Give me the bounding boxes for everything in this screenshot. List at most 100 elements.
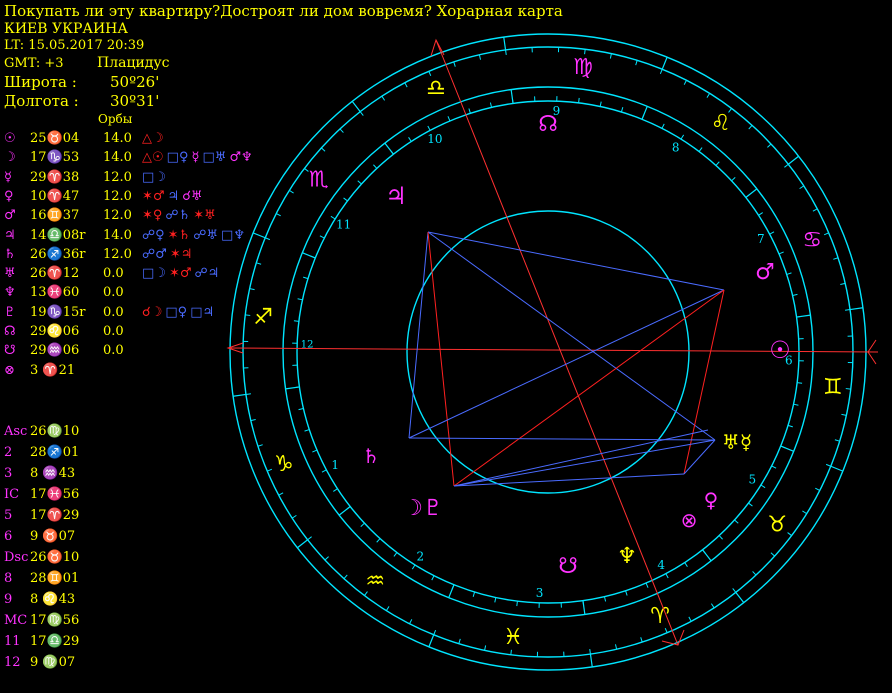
degree-tick xyxy=(731,177,736,182)
south-node-icon: ☋ xyxy=(558,554,578,579)
degree-tick xyxy=(793,403,799,406)
sign-boundary xyxy=(428,634,435,648)
degree-tick xyxy=(276,213,281,217)
degree-tick xyxy=(582,600,585,606)
degree-tick xyxy=(267,468,273,472)
degree-tick xyxy=(472,591,476,597)
north-node-icon: ☊ xyxy=(538,112,558,137)
fortuna-icon: ⊗ xyxy=(681,508,698,532)
degree-tick xyxy=(360,522,365,527)
mars-icon: ♂ xyxy=(755,260,775,285)
degree-tick xyxy=(511,98,514,104)
degree-tick xyxy=(433,629,437,635)
house-number: 11 xyxy=(336,217,351,231)
degree-tick xyxy=(614,644,618,650)
moon-pluto-icon: ☽♇ xyxy=(403,496,442,521)
degree-tick xyxy=(825,463,831,467)
degree-tick xyxy=(706,93,711,98)
degree-tick xyxy=(297,298,303,301)
degree-tick xyxy=(293,320,299,322)
sign-boundary xyxy=(849,307,863,311)
degree-tick xyxy=(321,147,326,152)
sign-boundary xyxy=(830,465,844,472)
degree-tick xyxy=(458,638,461,644)
sign-boundary xyxy=(589,653,593,667)
degree-tick xyxy=(578,97,580,103)
sign-boundary xyxy=(252,232,266,239)
degree-tick xyxy=(645,582,649,588)
degree-tick xyxy=(343,574,348,579)
aspect-line xyxy=(683,289,725,475)
degree-tick xyxy=(799,185,805,190)
degree-tick xyxy=(620,107,624,113)
degree-tick xyxy=(834,439,840,442)
degree-tick xyxy=(330,215,336,220)
degree-tick xyxy=(698,147,703,152)
venus-icon: ♀ xyxy=(704,488,719,512)
degree-tick xyxy=(715,161,720,166)
degree-tick xyxy=(245,393,251,395)
degree-tick xyxy=(780,445,786,449)
sign-boundary xyxy=(297,539,309,549)
degree-tick xyxy=(845,309,851,311)
degree-tick xyxy=(603,596,607,602)
degree-tick xyxy=(319,235,325,239)
degree-tick xyxy=(333,488,338,492)
degree-tick xyxy=(748,125,753,130)
degree-tick xyxy=(659,69,663,75)
degree-tick xyxy=(589,649,591,655)
degree-tick xyxy=(823,232,829,236)
neptune-icon: ♆ xyxy=(617,544,637,569)
sign-boundary xyxy=(503,37,507,51)
degree-tick xyxy=(359,111,364,116)
degree-tick xyxy=(609,53,612,59)
degree-tick xyxy=(688,616,692,622)
degree-tick xyxy=(815,487,820,491)
house-number: 3 xyxy=(536,586,544,600)
degree-tick xyxy=(468,108,471,114)
house-number: 2 xyxy=(416,549,424,563)
degree-tick xyxy=(786,272,792,275)
house-number: 10 xyxy=(427,132,442,146)
degree-tick xyxy=(792,293,798,297)
degree-tick xyxy=(640,637,643,643)
degree-tick xyxy=(324,556,329,561)
wheel-ring xyxy=(242,46,854,658)
degree-tick xyxy=(505,49,507,55)
degree-tick xyxy=(702,549,707,555)
degree-tick xyxy=(343,197,348,202)
degree-tick xyxy=(841,413,847,416)
aspect-line xyxy=(427,231,455,487)
degree-tick xyxy=(291,514,297,519)
degree-tick xyxy=(321,469,327,473)
degree-tick xyxy=(812,208,818,212)
wheel-ring xyxy=(282,86,814,618)
degree-tick xyxy=(447,116,451,122)
degree-tick xyxy=(411,564,416,570)
degree-tick xyxy=(516,601,518,607)
degree-tick xyxy=(339,128,344,133)
degree-tick xyxy=(250,418,256,422)
degree-tick xyxy=(249,288,255,291)
degree-tick xyxy=(771,465,777,469)
house-number: 8 xyxy=(672,141,680,155)
degree-tick xyxy=(265,237,271,241)
degree-tick xyxy=(389,149,394,155)
degree-tick xyxy=(599,101,602,107)
degree-tick xyxy=(769,231,775,235)
degree-tick xyxy=(787,532,792,536)
sign-virgo-icon: ♍ xyxy=(573,55,593,80)
degree-tick xyxy=(661,123,665,129)
degree-tick xyxy=(734,519,739,524)
degree-tick xyxy=(376,538,381,543)
degree-tick xyxy=(683,80,687,85)
sign-boundary xyxy=(787,155,799,165)
degree-tick xyxy=(307,536,312,541)
degree-tick xyxy=(641,114,645,120)
degree-tick xyxy=(494,597,497,603)
degree-tick xyxy=(312,449,318,453)
degree-tick xyxy=(357,180,362,185)
degree-tick xyxy=(256,262,262,265)
degree-tick xyxy=(245,314,251,316)
degree-tick xyxy=(845,388,851,390)
